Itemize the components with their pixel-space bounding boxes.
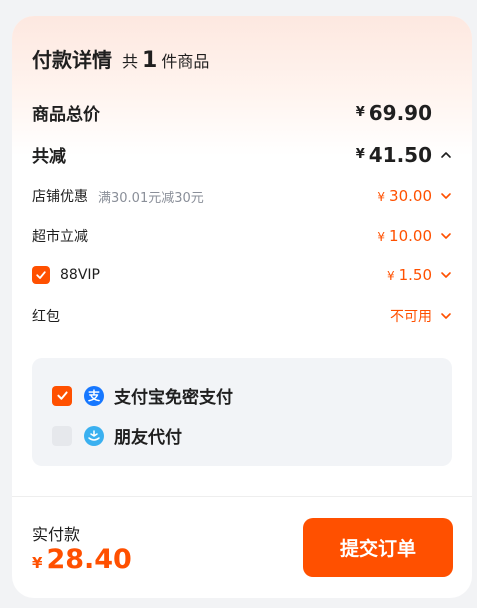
red-packet-status: 不可用 — [390, 309, 432, 325]
discount-label: 88VIP — [60, 267, 100, 283]
payment-option-alipay[interactable]: 支 支付宝免密支付 — [52, 383, 233, 408]
discount-currency: ¥ — [377, 190, 386, 204]
alipay-checkbox[interactable] — [52, 385, 72, 406]
check-icon — [56, 391, 68, 400]
item-count-prefix: 共 — [122, 52, 139, 71]
total-discount-row[interactable]: 共减 ¥ 41.50 — [32, 142, 452, 167]
payment-details-card: 付款详情 共 1 件商品 商品总价 ¥ 69.90 共减 ¥ 41.50 店铺优… — [12, 16, 472, 598]
total-price-row: 商品总价 ¥ 69.90 — [32, 100, 452, 126]
vip-checkbox[interactable] — [32, 266, 50, 284]
discount-row-supermarket[interactable]: 超市立减 ¥10.00 — [32, 226, 452, 246]
payment-method-box: 支 支付宝免密支付 朋友代付 — [32, 358, 452, 466]
friend-pay-icon — [84, 425, 104, 446]
payment-option-label: 朋友代付 — [114, 428, 182, 448]
discount-value: 10.00 — [389, 227, 432, 245]
friend-pay-checkbox[interactable] — [52, 425, 72, 446]
discount-label: 店铺优惠 — [32, 189, 88, 205]
discount-currency: ¥ — [377, 230, 386, 244]
total-price-amount: 69.90 — [368, 100, 432, 125]
item-count-suffix: 件商品 — [161, 52, 210, 71]
chevron-up-icon[interactable] — [440, 149, 452, 161]
header: 付款详情 共 1 件商品 — [32, 44, 209, 73]
discount-row-store[interactable]: 店铺优惠 满30.01元减30元 ¥30.00 — [32, 186, 452, 206]
chevron-down-icon[interactable] — [440, 230, 452, 242]
total-discount-amount: 41.50 — [368, 142, 432, 167]
discount-value: 1.50 — [398, 266, 432, 284]
submit-order-button[interactable]: 提交订单 — [303, 518, 453, 577]
discount-row-red-packet[interactable]: 红包 不可用 — [32, 306, 452, 326]
discount-currency: ¥ — [355, 147, 365, 162]
total-price-label: 商品总价 — [32, 105, 100, 125]
discount-label: 红包 — [32, 309, 60, 325]
payment-option-label: 支付宝免密支付 — [114, 388, 233, 408]
item-count: 共 1 件商品 — [122, 48, 209, 73]
total-discount-label: 共减 — [32, 147, 66, 167]
chevron-down-icon[interactable] — [440, 190, 452, 202]
chevron-down-icon[interactable] — [440, 310, 452, 322]
total-currency: ¥ — [355, 105, 365, 120]
discount-row-88vip[interactable]: 88VIP ¥1.50 — [32, 266, 452, 284]
footer-divider — [12, 496, 472, 497]
discount-note: 满30.01元减30元 — [98, 190, 204, 206]
page-title: 付款详情 — [32, 48, 112, 72]
pay-amount: ¥ 28.40 — [32, 544, 132, 575]
discount-amount: ¥10.00 — [377, 227, 432, 245]
alipay-icon-glyph: 支 — [87, 389, 100, 403]
item-count-number: 1 — [142, 48, 158, 73]
discount-amount: ¥1.50 — [387, 266, 432, 284]
discount-label: 超市立减 — [32, 229, 88, 245]
discount-value: 30.00 — [389, 187, 432, 205]
check-icon — [36, 271, 46, 279]
pay-amount-label: 实付款 — [32, 525, 81, 544]
pay-currency: ¥ — [32, 554, 43, 572]
chevron-down-icon[interactable] — [440, 269, 452, 281]
payment-option-friend-pay[interactable]: 朋友代付 — [52, 423, 182, 448]
discount-amount: ¥30.00 — [377, 187, 432, 205]
pay-amount-value: 28.40 — [46, 544, 132, 575]
discount-currency: ¥ — [386, 269, 395, 283]
alipay-icon: 支 — [84, 385, 104, 406]
